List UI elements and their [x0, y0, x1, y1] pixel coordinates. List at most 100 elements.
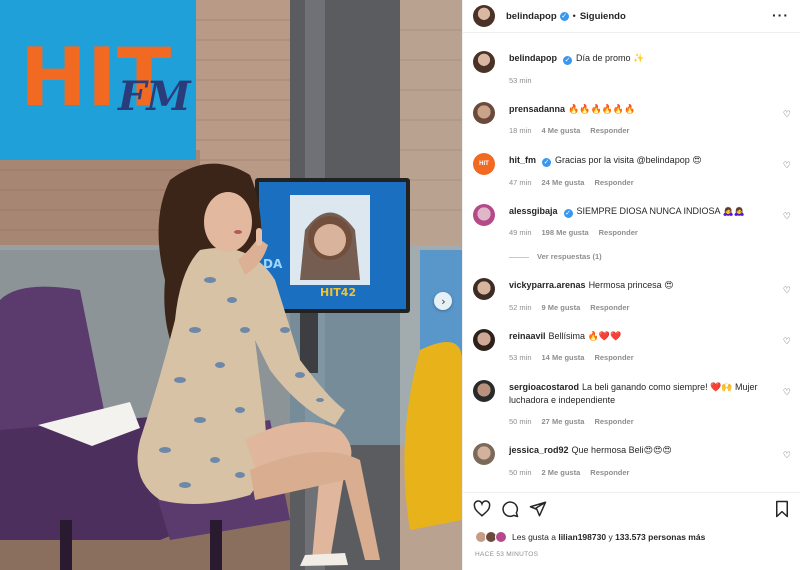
- verified-badge-icon: ✓: [542, 158, 551, 167]
- post-header: belindapop ✓ • Siguiendo ···: [463, 0, 800, 32]
- reply-button[interactable]: Responder: [594, 178, 633, 187]
- likes-prefix: Les gusta a: [512, 532, 556, 542]
- author-avatar[interactable]: [473, 51, 495, 73]
- comment-username[interactable]: vickyparra.arenas: [509, 280, 586, 290]
- post-photo[interactable]: HIT FM HIT42 DA ›: [0, 0, 462, 570]
- comment-likes[interactable]: 27 Me gusta: [542, 417, 585, 426]
- comment-username[interactable]: jessica_rod92: [509, 445, 569, 455]
- commenter-avatar[interactable]: [473, 278, 495, 300]
- caption-time: 53 min: [509, 76, 532, 85]
- heart-icon[interactable]: ♡: [783, 387, 791, 398]
- heart-icon[interactable]: ♡: [783, 109, 791, 120]
- comments-panel: belindapop ✓ • Siguiendo ··· belindapop ✓…: [462, 0, 800, 570]
- comment-meta: 53 min 14 Me gusta Responder: [509, 353, 644, 362]
- comment-text: jessica_rod92 Que hermosa Beli😍😍😍: [509, 444, 771, 457]
- comment-meta: 50 min 2 Me gusta Responder: [509, 468, 639, 477]
- comment-meta: 52 min 9 Me gusta Responder: [509, 303, 639, 312]
- commenter-avatar[interactable]: [473, 380, 495, 402]
- comment-text: hit_fm ✓ Gracias por la visita @belindapop…: [509, 154, 771, 167]
- comment-body: Bellísima 🔥❤️❤️: [548, 331, 622, 341]
- reply-button[interactable]: Responder: [594, 417, 633, 426]
- comment-likes[interactable]: 4 Me gusta: [542, 126, 581, 135]
- comment-username[interactable]: hit_fm: [509, 155, 536, 165]
- comment-time: 50 min: [509, 417, 532, 426]
- comment-time: 52 min: [509, 303, 532, 312]
- heart-icon[interactable]: ♡: [783, 285, 791, 296]
- comment-text: reinaavil Bellísima 🔥❤️❤️: [509, 330, 771, 343]
- likes-count[interactable]: 133.573 personas más: [615, 532, 705, 542]
- commenter-avatar[interactable]: [473, 204, 495, 226]
- author-username[interactable]: belindapop: [506, 11, 557, 22]
- likes-summary: Les gusta a lilian198730 y 133.573 perso…: [475, 531, 705, 543]
- photo-scene: HIT FM HIT42 DA: [0, 0, 462, 570]
- action-bar: [473, 500, 793, 520]
- comment-icon[interactable]: [501, 500, 519, 518]
- comment-time: 47 min: [509, 178, 532, 187]
- comment-username[interactable]: sergioacostarod: [509, 382, 579, 392]
- reply-button[interactable]: Responder: [594, 353, 633, 362]
- comment-meta: 18 min 4 Me gusta Responder: [509, 126, 639, 135]
- comment-meta: 50 min 27 Me gusta Responder: [509, 417, 644, 426]
- reply-button[interactable]: Responder: [599, 228, 638, 237]
- caption-body: Día de promo ✨: [576, 53, 645, 63]
- commenter-avatar[interactable]: [473, 102, 495, 124]
- liker-avatars: [475, 531, 509, 543]
- caption-username[interactable]: belindapop: [509, 53, 557, 63]
- verified-badge-icon: ✓: [563, 209, 573, 218]
- comment-time: 49 min: [509, 228, 532, 237]
- view-replies-button[interactable]: Ver respuestas (1): [509, 252, 602, 261]
- comment-meta: 49 min 198 Me gusta Responder: [509, 228, 648, 237]
- caption-text: belindapop ✓ Día de promo ✨: [509, 52, 771, 65]
- comment-likes[interactable]: 198 Me gusta: [542, 228, 589, 237]
- comment-body: SIEMPRE DIOSA NUNCA INDIOSA 🙇‍♀️🙇‍♀️: [576, 206, 745, 216]
- comment-username[interactable]: alessgibaja: [509, 206, 558, 216]
- heart-icon[interactable]: [473, 500, 491, 518]
- author-avatar[interactable]: [473, 5, 495, 27]
- comment-likes[interactable]: 14 Me gusta: [542, 353, 585, 362]
- bookmark-icon[interactable]: [773, 500, 791, 518]
- separator-dot: •: [572, 11, 576, 21]
- comment-time: 53 min: [509, 353, 532, 362]
- chevron-right-icon: ›: [441, 294, 446, 308]
- heart-icon[interactable]: ♡: [783, 450, 791, 461]
- likes-user[interactable]: lilian198730: [558, 532, 606, 542]
- commenter-avatar[interactable]: HIT: [473, 153, 495, 175]
- share-icon[interactable]: [529, 500, 547, 518]
- heart-icon[interactable]: ♡: [783, 160, 791, 171]
- commenter-avatar[interactable]: [473, 443, 495, 465]
- carousel-next-button[interactable]: ›: [434, 292, 452, 310]
- comment-likes[interactable]: 24 Me gusta: [542, 178, 585, 187]
- comment-username[interactable]: prensadanna: [509, 104, 565, 114]
- likes-and: y: [608, 532, 613, 542]
- instagram-post-modal: HIT FM HIT42 DA › belindapop ✓ • Siguien…: [0, 0, 800, 570]
- verified-badge-icon: ✓: [563, 56, 572, 65]
- comment-body: Gracias por la visita @belindapop 😍: [555, 155, 702, 165]
- comment-likes[interactable]: 2 Me gusta: [542, 468, 581, 477]
- comment-body: Que hermosa Beli😍😍😍: [571, 445, 672, 455]
- comment-text: prensadanna 🔥🔥🔥🔥🔥🔥: [509, 103, 771, 116]
- reply-button[interactable]: Responder: [590, 468, 629, 477]
- sign-fm-text: FM: [117, 73, 192, 120]
- svg-text:HIT42: HIT42: [320, 286, 356, 299]
- reply-button[interactable]: Responder: [590, 303, 629, 312]
- commenter-avatar[interactable]: [473, 329, 495, 351]
- heart-icon[interactable]: ♡: [783, 211, 791, 222]
- comment-meta: 47 min 24 Me gusta Responder: [509, 178, 644, 187]
- more-options-icon[interactable]: ···: [772, 8, 789, 22]
- comment-time: 50 min: [509, 468, 532, 477]
- comment-username[interactable]: reinaavil: [509, 331, 546, 341]
- following-button[interactable]: Siguiendo: [580, 11, 626, 22]
- comment-time: 18 min: [509, 126, 532, 135]
- actions-divider: [463, 492, 800, 493]
- post-time: HACE 53 MINUTOS: [475, 551, 539, 558]
- reply-button[interactable]: Responder: [590, 126, 629, 135]
- caption-meta: 53 min: [509, 76, 542, 85]
- comment-text: sergioacostarod La beli ganando como siem…: [509, 381, 771, 407]
- comment-likes[interactable]: 9 Me gusta: [542, 303, 581, 312]
- verified-badge-icon: ✓: [559, 11, 569, 21]
- comment-text: vickyparra.arenas Hermosa princesa 😍: [509, 279, 771, 292]
- heart-icon[interactable]: ♡: [783, 336, 791, 347]
- liker-avatar: [495, 531, 507, 543]
- comment-body: 🔥🔥🔥🔥🔥🔥: [568, 104, 636, 114]
- comment-text: alessgibaja ✓ SIEMPRE DIOSA NUNCA INDIOSA …: [509, 205, 771, 218]
